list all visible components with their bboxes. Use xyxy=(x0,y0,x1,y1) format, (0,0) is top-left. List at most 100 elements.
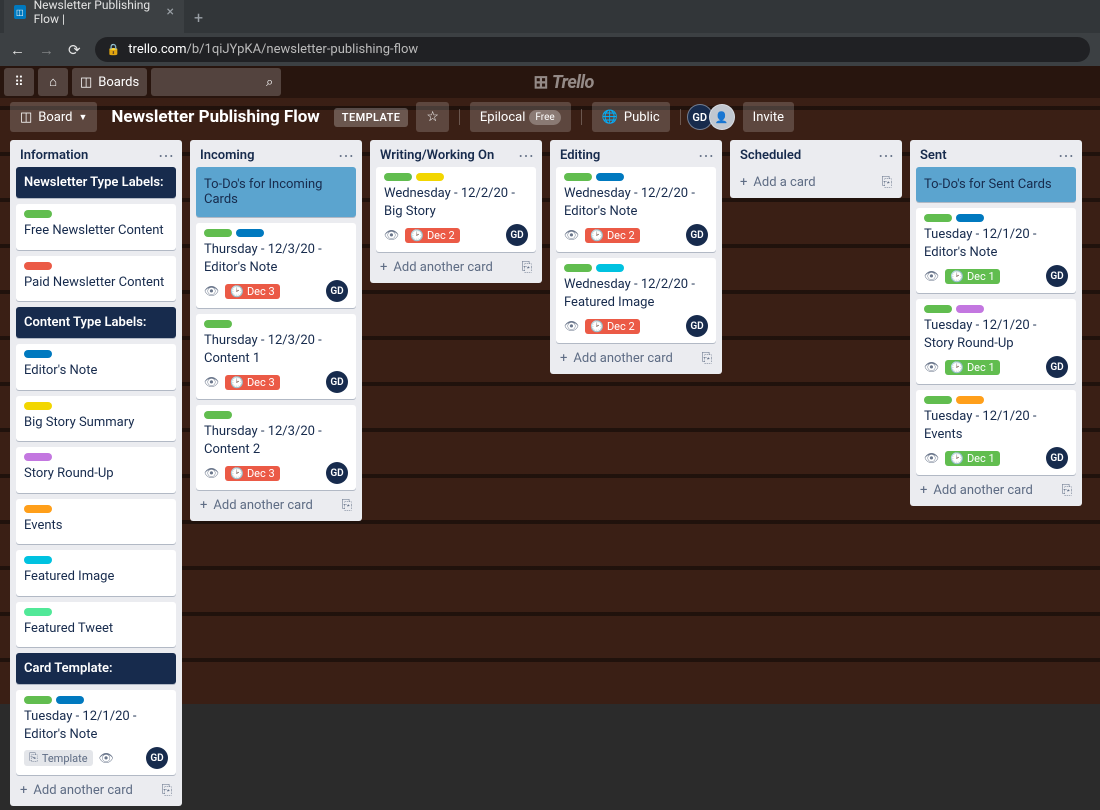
label-blue[interactable] xyxy=(956,214,984,222)
template-icon[interactable]: ⎘ xyxy=(1062,483,1072,498)
apps-button[interactable]: ⠿ xyxy=(4,68,34,96)
label-green[interactable] xyxy=(24,696,52,704)
new-tab-button[interactable]: + xyxy=(184,2,213,33)
add-card-button[interactable]: +Add another card⎘ xyxy=(10,775,182,806)
label-lime[interactable] xyxy=(24,608,52,616)
label-blue[interactable] xyxy=(236,229,264,237)
label-green[interactable] xyxy=(204,320,232,328)
label-purple[interactable] xyxy=(956,305,984,313)
search-input[interactable]: ⌕ xyxy=(151,68,281,96)
list-menu-icon[interactable]: ⋯ xyxy=(158,151,174,161)
invite-button[interactable]: Invite xyxy=(743,102,794,132)
label-yellow[interactable] xyxy=(24,402,52,410)
add-card-button[interactable]: +Add another card⎘ xyxy=(190,490,362,521)
todo-header-card[interactable]: To-Do's for Incoming Cards xyxy=(196,167,356,217)
list-title[interactable]: Writing/Working On xyxy=(380,148,494,163)
label-green[interactable] xyxy=(924,396,952,404)
label-green[interactable] xyxy=(24,210,52,218)
add-card-button[interactable]: +Add a card⎘ xyxy=(730,167,902,198)
card[interactable]: Free Newsletter Content xyxy=(16,204,176,250)
workspace-button[interactable]: EpilocalFree xyxy=(470,102,571,132)
card-member-avatar[interactable]: GD xyxy=(1046,447,1068,469)
label-sky[interactable] xyxy=(24,556,52,564)
member-avatar[interactable]: 👤 xyxy=(709,104,735,130)
template-icon[interactable]: ⎘ xyxy=(882,175,892,190)
label-green[interactable] xyxy=(924,305,952,313)
section-header-card[interactable]: Content Type Labels: xyxy=(16,307,176,338)
template-icon[interactable]: ⎘ xyxy=(342,498,352,513)
card[interactable]: Tuesday - 12/1/20 - Events👁🕑Dec 1GD xyxy=(916,390,1076,475)
card[interactable]: Tuesday - 12/1/20 - Editor's Note👁🕑Dec 1… xyxy=(916,208,1076,293)
label-green[interactable] xyxy=(924,214,952,222)
due-date-badge[interactable]: 🕑Dec 1 xyxy=(945,269,999,284)
list-title[interactable]: Scheduled xyxy=(740,148,801,163)
card[interactable]: Thursday - 12/3/20 - Content 1👁🕑Dec 3GD xyxy=(196,314,356,399)
card[interactable]: Wednesday - 12/2/20 - Editor's Note👁🕑Dec… xyxy=(556,167,716,252)
section-header-card[interactable]: Newsletter Type Labels: xyxy=(16,167,176,198)
card-member-avatar[interactable]: GD xyxy=(506,224,528,246)
template-icon[interactable]: ⎘ xyxy=(162,783,172,798)
card-member-avatar[interactable]: GD xyxy=(686,315,708,337)
add-card-button[interactable]: +Add another card⎘ xyxy=(370,252,542,283)
template-badge[interactable]: TEMPLATE xyxy=(334,108,409,127)
label-purple[interactable] xyxy=(24,453,52,461)
list-title[interactable]: Incoming xyxy=(200,148,254,163)
reload-icon[interactable]: ⟳ xyxy=(68,41,81,59)
list-menu-icon[interactable]: ⋯ xyxy=(338,151,354,161)
list-menu-icon[interactable]: ⋯ xyxy=(1058,151,1074,161)
add-card-button[interactable]: +Add another card⎘ xyxy=(910,475,1082,506)
due-date-badge[interactable]: 🕑Dec 1 xyxy=(945,451,999,466)
list-menu-icon[interactable]: ⋯ xyxy=(878,151,894,161)
card[interactable]: Featured Tweet xyxy=(16,602,176,648)
back-icon[interactable]: ← xyxy=(10,41,25,59)
todo-header-card[interactable]: To-Do's for Sent Cards xyxy=(916,167,1076,202)
label-blue[interactable] xyxy=(596,173,624,181)
label-blue[interactable] xyxy=(24,350,52,358)
label-blue[interactable] xyxy=(56,696,84,704)
star-button[interactable]: ☆ xyxy=(416,102,449,132)
card[interactable]: Tuesday - 12/1/20 - Story Round-Up👁🕑Dec … xyxy=(916,299,1076,384)
due-date-badge[interactable]: 🕑Dec 2 xyxy=(585,319,639,334)
card[interactable]: Wednesday - 12/2/20 - Featured Image👁🕑De… xyxy=(556,258,716,343)
card-member-avatar[interactable]: GD xyxy=(326,462,348,484)
board-title[interactable]: Newsletter Publishing Flow xyxy=(105,107,325,127)
list-title[interactable]: Editing xyxy=(560,148,600,163)
card[interactable]: Big Story Summary xyxy=(16,396,176,442)
list-title[interactable]: Sent xyxy=(920,148,947,163)
label-green[interactable] xyxy=(564,264,592,272)
due-date-badge[interactable]: 🕑Dec 3 xyxy=(225,466,279,481)
list-menu-icon[interactable]: ⋯ xyxy=(518,151,534,161)
due-date-badge[interactable]: 🕑Dec 2 xyxy=(405,228,459,243)
label-green[interactable] xyxy=(204,229,232,237)
label-green[interactable] xyxy=(384,173,412,181)
home-button[interactable]: ⌂ xyxy=(38,68,68,96)
due-date-badge[interactable]: 🕑Dec 3 xyxy=(225,284,279,299)
list-menu-icon[interactable]: ⋯ xyxy=(698,151,714,161)
card-member-avatar[interactable]: GD xyxy=(686,224,708,246)
label-green[interactable] xyxy=(564,173,592,181)
due-date-badge[interactable]: 🕑Dec 2 xyxy=(585,228,639,243)
label-sky[interactable] xyxy=(596,264,624,272)
card[interactable]: Featured Image xyxy=(16,550,176,596)
label-orange[interactable] xyxy=(24,505,52,513)
card[interactable]: Tuesday - 12/1/20 - Editor's Note⎘Templa… xyxy=(16,690,176,775)
card[interactable]: Thursday - 12/3/20 - Content 2👁🕑Dec 3GD xyxy=(196,405,356,490)
label-green[interactable] xyxy=(204,411,232,419)
card-member-avatar[interactable]: GD xyxy=(326,280,348,302)
section-header-card[interactable]: Card Template: xyxy=(16,653,176,684)
boards-button[interactable]: ◫Boards xyxy=(72,68,147,96)
due-date-badge[interactable]: 🕑Dec 1 xyxy=(945,360,999,375)
card[interactable]: Story Round-Up xyxy=(16,447,176,493)
card-member-avatar[interactable]: GD xyxy=(1046,265,1068,287)
due-date-badge[interactable]: 🕑Dec 3 xyxy=(225,375,279,390)
browser-tab[interactable]: ◫ Newsletter Publishing Flow | × xyxy=(4,0,184,33)
add-card-button[interactable]: +Add another card⎘ xyxy=(550,343,722,374)
template-icon[interactable]: ⎘ xyxy=(522,260,532,275)
card[interactable]: Paid Newsletter Content xyxy=(16,256,176,302)
label-orange[interactable] xyxy=(956,396,984,404)
list-title[interactable]: Information xyxy=(20,148,88,163)
visibility-button[interactable]: 🌐Public xyxy=(592,102,670,132)
forward-icon[interactable]: → xyxy=(39,41,54,59)
card-member-avatar[interactable]: GD xyxy=(1046,356,1068,378)
label-yellow[interactable] xyxy=(416,173,444,181)
